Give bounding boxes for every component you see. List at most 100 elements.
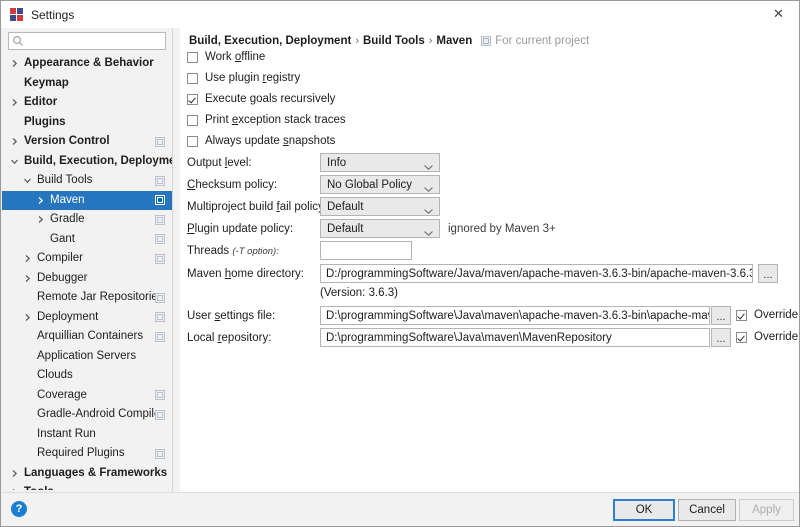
- checksum-policy-select[interactable]: No Global Policy: [320, 175, 440, 194]
- chevron-right-icon[interactable]: [22, 312, 33, 323]
- project-scope-label: For current project: [495, 35, 589, 47]
- help-icon[interactable]: ?: [11, 501, 27, 517]
- project-scope-icon: [155, 332, 165, 342]
- sidebar-item-label: Compiler: [37, 253, 83, 265]
- breadcrumb: Build, Execution, Deployment › Build Too…: [189, 35, 589, 47]
- chevron-down-icon: [424, 227, 433, 239]
- plugin-update-policy-select[interactable]: Default: [320, 219, 440, 238]
- window-title: Settings: [31, 8, 74, 22]
- chevron-right-icon[interactable]: [9, 97, 20, 108]
- user-settings-browse-button[interactable]: ...: [711, 306, 731, 325]
- sidebar-item-compiler[interactable]: Compiler: [2, 249, 172, 269]
- chevron-right-icon[interactable]: [9, 58, 20, 69]
- chevron-right-icon[interactable]: [9, 487, 20, 490]
- search-input[interactable]: [27, 34, 161, 48]
- project-scope-icon: [155, 293, 165, 303]
- user-settings-input[interactable]: D:\programmingSoftware\Java\maven\apache…: [320, 306, 710, 325]
- sidebar-item-gant[interactable]: Gant: [2, 230, 172, 250]
- chevron-right-icon[interactable]: [35, 214, 46, 225]
- sidebar-item-languages-frameworks[interactable]: Languages & Frameworks: [2, 464, 172, 484]
- checkbox-box[interactable]: [187, 94, 198, 105]
- intellij-settings-icon: [10, 8, 23, 21]
- settings-dialog: Settings ✕ Appearance & BehaviorKeymapEd…: [0, 0, 800, 527]
- maven-home-value: D:/programmingSoftware/Java/maven/apache…: [326, 268, 753, 280]
- sidebar-item-label: Coverage: [37, 390, 87, 402]
- project-scope-icon: [155, 176, 165, 186]
- chevron-down-icon[interactable]: [9, 156, 20, 167]
- sidebar-item-build-execution-deployment[interactable]: Build, Execution, Deployment: [2, 152, 172, 172]
- local-repository-override[interactable]: Override: [736, 331, 798, 343]
- chevron-right-icon[interactable]: [22, 253, 33, 264]
- checkbox-label: Always update snapshots: [205, 135, 335, 147]
- threads-input[interactable]: [320, 241, 412, 260]
- project-scope-icon: [481, 36, 491, 46]
- sidebar-item-keymap[interactable]: Keymap: [2, 74, 172, 94]
- apply-button: Apply: [739, 499, 794, 521]
- sidebar-item-gradle-android-compiler[interactable]: Gradle-Android Compiler: [2, 405, 172, 425]
- sidebar-item-build-tools[interactable]: Build Tools: [2, 171, 172, 191]
- breadcrumb-item-1[interactable]: Build Tools: [363, 35, 425, 47]
- user-settings-override[interactable]: Override: [736, 309, 798, 321]
- sidebar-item-tools[interactable]: Tools: [2, 483, 172, 490]
- close-icon[interactable]: ✕: [756, 1, 800, 27]
- sidebar-item-label: Build, Execution, Deployment: [24, 156, 172, 168]
- sidebar-item-maven[interactable]: Maven: [2, 191, 172, 211]
- chevron-right-icon[interactable]: [22, 273, 33, 284]
- sidebar-item-label: Debugger: [37, 273, 88, 285]
- maven-home-combo[interactable]: D:/programmingSoftware/Java/maven/apache…: [320, 264, 753, 283]
- ok-button[interactable]: OK: [613, 499, 675, 521]
- plugin-update-policy-label: Plugin update policy:: [187, 223, 293, 235]
- maven-home-browse-button[interactable]: ...: [758, 264, 778, 283]
- sidebar-item-version-control[interactable]: Version Control: [2, 132, 172, 152]
- project-scope-icon: [155, 137, 165, 147]
- sidebar-item-label: Clouds: [37, 370, 73, 382]
- sidebar-item-label: Version Control: [24, 136, 110, 148]
- sidebar-item-application-servers[interactable]: Application Servers: [2, 347, 172, 367]
- sidebar-item-required-plugins[interactable]: Required Plugins: [2, 444, 172, 464]
- sidebar-item-label: Instant Run: [37, 429, 96, 441]
- checkbox-always-update-snapshots[interactable]: Always update snapshots: [187, 135, 335, 147]
- plugin-update-policy-note: ignored by Maven 3+: [448, 223, 556, 235]
- output-level-select[interactable]: Info: [320, 153, 440, 172]
- checkbox-box[interactable]: [187, 115, 198, 126]
- chevron-right-icon[interactable]: [9, 136, 20, 147]
- sidebar-splitter[interactable]: [172, 28, 180, 492]
- sidebar-item-remote-jar-repositories[interactable]: Remote Jar Repositories: [2, 288, 172, 308]
- chevron-right-icon[interactable]: [35, 195, 46, 206]
- sidebar-item-instant-run[interactable]: Instant Run: [2, 425, 172, 445]
- sidebar-item-appearance-behavior[interactable]: Appearance & Behavior: [2, 54, 172, 74]
- sidebar-item-arquillian-containers[interactable]: Arquillian Containers: [2, 327, 172, 347]
- chevron-right-icon[interactable]: [9, 468, 20, 479]
- search-icon: [12, 35, 24, 47]
- breadcrumb-item-0[interactable]: Build, Execution, Deployment: [189, 35, 351, 47]
- sidebar-item-debugger[interactable]: Debugger: [2, 269, 172, 289]
- sidebar-item-gradle[interactable]: Gradle: [2, 210, 172, 230]
- sidebar-item-editor[interactable]: Editor: [2, 93, 172, 113]
- chevron-down-icon[interactable]: [22, 175, 33, 186]
- chevron-down-icon: [424, 161, 433, 173]
- sidebar-item-deployment[interactable]: Deployment: [2, 308, 172, 328]
- breadcrumb-item-2[interactable]: Maven: [436, 35, 472, 47]
- sidebar-item-plugins[interactable]: Plugins: [2, 113, 172, 133]
- checkbox-print-exception-stack-traces[interactable]: Print exception stack traces: [187, 114, 346, 126]
- checkbox-box[interactable]: [187, 136, 198, 147]
- chevron-down-icon: [424, 205, 433, 217]
- search-box[interactable]: [8, 32, 166, 50]
- checkbox-box[interactable]: [736, 332, 747, 343]
- sidebar-item-clouds[interactable]: Clouds: [2, 366, 172, 386]
- checkbox-label: Execute goals recursively: [205, 93, 335, 105]
- cancel-button[interactable]: Cancel: [678, 499, 736, 521]
- multiproject-policy-select[interactable]: Default: [320, 197, 440, 216]
- local-repository-browse-button[interactable]: ...: [711, 328, 731, 347]
- sidebar-item-label: Gradle-Android Compiler: [37, 409, 164, 421]
- checkbox-box[interactable]: [736, 310, 747, 321]
- checkbox-box[interactable]: [187, 52, 198, 63]
- checkbox-box[interactable]: [187, 73, 198, 84]
- checkbox-execute-goals-recursively[interactable]: Execute goals recursively: [187, 93, 335, 105]
- project-scope-icon: [155, 234, 165, 244]
- checkbox-work-offline[interactable]: Work offline: [187, 51, 265, 63]
- checkbox-use-plugin-registry[interactable]: Use plugin registry: [187, 72, 300, 84]
- sidebar-item-coverage[interactable]: Coverage: [2, 386, 172, 406]
- local-repository-input[interactable]: D:\programmingSoftware\Java\maven\MavenR…: [320, 328, 710, 347]
- sidebar-item-label: Arquillian Containers: [37, 331, 143, 343]
